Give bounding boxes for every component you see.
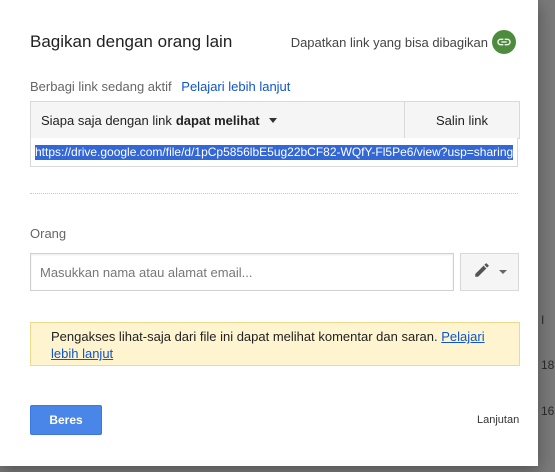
get-link-label[interactable]: Dapatkan link yang bisa dibagikan bbox=[291, 35, 488, 50]
learn-more-link[interactable]: Pelajari lebih lanjut bbox=[181, 79, 290, 94]
link-access-row: Siapa saja dengan link dapat melihat Sal… bbox=[30, 101, 520, 139]
pencil-icon bbox=[473, 261, 491, 284]
viewer-comment-notice: Pengakses lihat-saja dari file ini dapat… bbox=[30, 322, 520, 366]
people-label: Orang bbox=[30, 226, 67, 241]
permission-dropdown-button[interactable] bbox=[460, 253, 519, 291]
people-email-input[interactable] bbox=[30, 253, 454, 291]
link-sharing-status-text: Berbagi link sedang aktif bbox=[30, 79, 172, 94]
get-shareable-link[interactable]: Dapatkan link yang bisa dibagikan bbox=[291, 30, 516, 54]
share-url-text[interactable]: https://drive.google.com/file/d/1pCp5856… bbox=[35, 145, 514, 160]
notice-text: Pengakses lihat-saja dari file ini dapat… bbox=[51, 329, 438, 344]
advanced-link[interactable]: Lanjutan bbox=[477, 414, 519, 426]
copy-link-button[interactable]: Salin link bbox=[404, 102, 519, 138]
caret-down-icon bbox=[268, 117, 277, 123]
background-text-fragment: 18 bbox=[541, 358, 555, 372]
background-page-bottom bbox=[0, 466, 555, 472]
chevron-down-icon bbox=[498, 270, 507, 274]
background-text-fragment: 16 bbox=[541, 404, 555, 418]
link-icon[interactable] bbox=[492, 30, 516, 54]
access-level-dropdown[interactable]: Siapa saja dengan link dapat melihat bbox=[31, 102, 404, 138]
link-sharing-status: Berbagi link sedang aktif Pelajari lebih… bbox=[30, 79, 290, 94]
done-button[interactable]: Beres bbox=[30, 405, 102, 435]
share-dialog: Bagikan dengan orang lain Dapatkan link … bbox=[0, 0, 538, 466]
access-level: dapat melihat bbox=[175, 112, 260, 128]
divider bbox=[30, 193, 518, 194]
dialog-title: Bagikan dengan orang lain bbox=[30, 32, 233, 51]
access-prefix: Siapa saja dengan link bbox=[41, 112, 172, 128]
background-text-fragment: I bbox=[541, 313, 545, 327]
share-url-field[interactable]: https://drive.google.com/file/d/1pCp5856… bbox=[30, 138, 518, 167]
